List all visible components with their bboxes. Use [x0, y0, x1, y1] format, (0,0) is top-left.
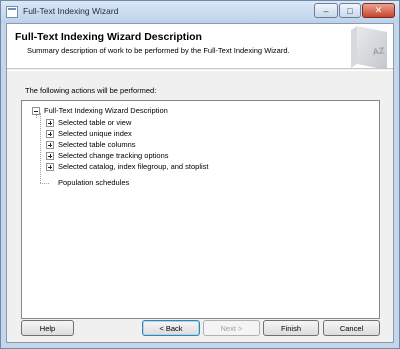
wizard-app-icon	[6, 6, 18, 18]
actions-tree[interactable]: Full-Text Indexing Wizard Description Se…	[21, 100, 380, 319]
help-button[interactable]: Help	[21, 320, 74, 336]
minimize-button[interactable]: –	[314, 3, 338, 18]
maximize-button[interactable]: □	[339, 3, 361, 18]
collapse-icon[interactable]	[32, 106, 40, 115]
cancel-button[interactable]: Cancel	[323, 320, 380, 336]
finish-button[interactable]: Finish	[263, 320, 319, 336]
book-graphic-letters: AZ	[372, 45, 386, 57]
tree-item-table-columns[interactable]: Selected table columns	[46, 139, 136, 150]
window-title: Full-Text Indexing Wizard	[23, 6, 119, 16]
tree-item-catalog-filegroup-stoplist[interactable]: Selected catalog, index filegroup, and s…	[46, 161, 209, 172]
tree-root-label: Full-Text Indexing Wizard Description	[44, 106, 168, 115]
tree-item-label: Selected catalog, index filegroup, and s…	[58, 162, 209, 171]
tree-root[interactable]: Full-Text Indexing Wizard Description	[32, 105, 168, 116]
expand-icon[interactable]	[46, 162, 54, 171]
tree-item-label: Selected unique index	[58, 129, 132, 138]
expand-icon[interactable]	[46, 118, 54, 127]
expand-icon[interactable]	[46, 140, 54, 149]
expand-icon[interactable]	[46, 129, 54, 138]
next-button[interactable]: Next >	[203, 320, 260, 336]
wizard-header: Full-Text Indexing Wizard Description Su…	[7, 24, 393, 69]
tree-item-table-or-view[interactable]: Selected table or view	[46, 117, 131, 128]
tree-item-change-tracking[interactable]: Selected change tracking options	[46, 150, 169, 161]
back-button[interactable]: < Back	[142, 320, 200, 336]
tree-item-label: Population schedules	[58, 178, 130, 187]
expand-icon[interactable]	[46, 151, 54, 160]
tree-item-label: Selected table or view	[58, 118, 132, 127]
wizard-window: Full-Text Indexing Wizard – □ ✕ Full-Tex…	[0, 0, 400, 349]
close-button[interactable]: ✕	[362, 3, 395, 18]
page-subtitle: Summary description of work to be perfor…	[27, 46, 290, 55]
header-divider	[7, 70, 393, 71]
tree-item-population-schedules[interactable]: Population schedules	[58, 177, 129, 188]
page-title: Full-Text Indexing Wizard Description	[15, 31, 202, 43]
title-bar[interactable]: Full-Text Indexing Wizard – □ ✕	[1, 1, 399, 23]
actions-intro-label: The following actions will be performed:	[25, 86, 157, 95]
tree-item-unique-index[interactable]: Selected unique index	[46, 128, 132, 139]
wizard-client-area: Full-Text Indexing Wizard Description Su…	[6, 23, 394, 343]
tree-item-label: Selected change tracking options	[58, 151, 169, 160]
tree-item-label: Selected table columns	[58, 140, 136, 149]
book-az-icon: AZ	[351, 26, 387, 69]
